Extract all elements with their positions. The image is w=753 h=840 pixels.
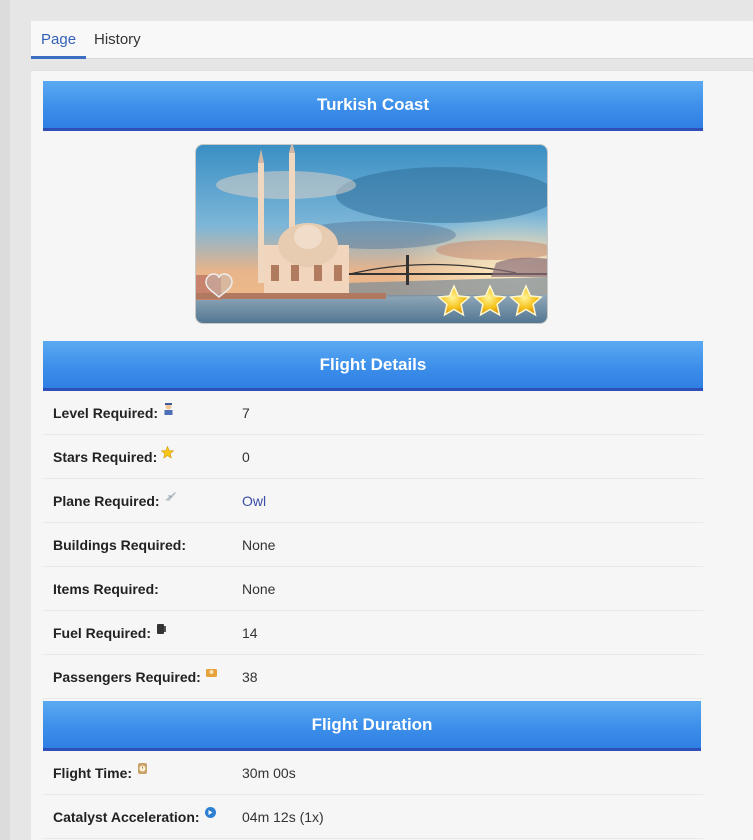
detail-row: Items Required: None xyxy=(43,567,703,611)
detail-label: Flight Time: xyxy=(53,751,149,795)
detail-label: Stars Required: xyxy=(53,435,175,479)
detail-label-text: Level Required: xyxy=(53,405,159,421)
detail-value: 38 xyxy=(242,669,258,685)
destination-image xyxy=(195,144,548,324)
tab-bar: Page History xyxy=(31,21,753,59)
detail-label-text: Passengers Required: xyxy=(53,669,201,685)
fuel-icon xyxy=(155,611,168,655)
detail-row: Passengers Required: 38 xyxy=(43,655,703,699)
clock-icon xyxy=(136,751,149,795)
plane-link[interactable]: Owl xyxy=(242,479,266,523)
detail-label-text: Fuel Required: xyxy=(53,625,152,641)
catalyst-icon xyxy=(204,795,217,839)
detail-row: Catalyst Acceleration: 04m 12s (1x) xyxy=(43,795,703,839)
detail-row: Buildings Required: None xyxy=(43,523,703,567)
detail-label: Level Required: xyxy=(53,391,175,435)
detail-row: Stars Required: 0 xyxy=(43,435,703,479)
page-content: Turkish Coast Flight Details Level Requi… xyxy=(31,70,753,840)
detail-label: Passengers Required: xyxy=(53,655,218,699)
detail-label-text: Buildings Required: xyxy=(53,537,186,553)
passenger-icon xyxy=(205,655,218,699)
istanbul-mosque-picture xyxy=(196,145,547,323)
detail-row: Flight Time: 30m 00s xyxy=(43,751,703,795)
detail-label: Items Required: xyxy=(53,567,159,611)
detail-label-text: Plane Required: xyxy=(53,493,160,509)
flight-details-header: Flight Details xyxy=(43,341,703,391)
tab-page[interactable]: Page xyxy=(31,21,87,59)
detail-row: Level Required: 7 xyxy=(43,391,703,435)
detail-label-text: Flight Time: xyxy=(53,765,133,781)
detail-label-text: Items Required: xyxy=(53,581,159,597)
detail-value: None xyxy=(242,581,276,597)
pilot-icon xyxy=(162,391,175,435)
tab-history[interactable]: History xyxy=(84,21,151,59)
detail-row: Fuel Required: 14 xyxy=(43,611,703,655)
star-icon xyxy=(161,435,175,479)
page-title: Turkish Coast xyxy=(43,81,703,131)
detail-value: None xyxy=(242,537,276,553)
left-strip xyxy=(0,0,10,840)
detail-label-text: Stars Required: xyxy=(53,449,158,465)
detail-value: 7 xyxy=(242,405,250,421)
detail-label: Buildings Required: xyxy=(53,523,186,567)
detail-label: Catalyst Acceleration: xyxy=(53,795,217,839)
detail-value: 14 xyxy=(242,625,258,641)
plane-icon xyxy=(164,479,177,523)
detail-value: 30m 00s xyxy=(242,765,296,781)
detail-value: 04m 12s (1x) xyxy=(242,809,324,825)
detail-label-text: Catalyst Acceleration: xyxy=(53,809,200,825)
flight-duration-header: Flight Duration xyxy=(43,701,701,751)
detail-label: Plane Required: xyxy=(53,479,177,523)
detail-row: Plane Required: Owl xyxy=(43,479,703,523)
detail-label: Fuel Required: xyxy=(53,611,168,655)
detail-value: 0 xyxy=(242,449,250,465)
